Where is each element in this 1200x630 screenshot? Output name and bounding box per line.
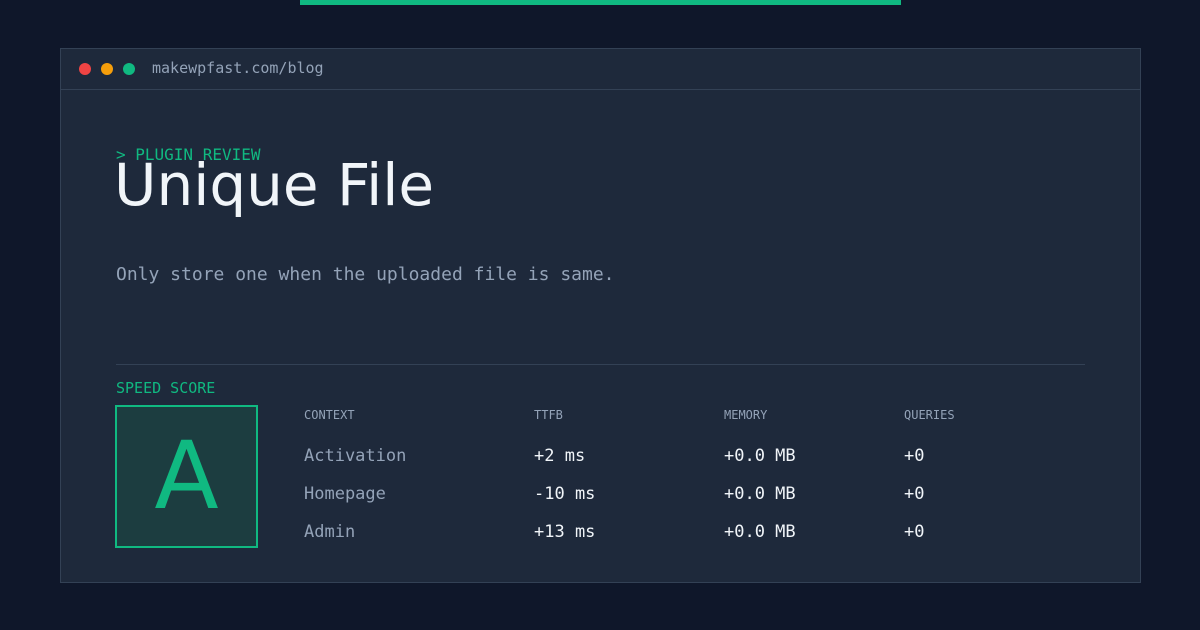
- plugin-description: Only store one when the uploaded file is…: [116, 264, 615, 285]
- minimize-window-dot-icon[interactable]: [101, 63, 113, 75]
- row-context: Activation: [304, 446, 407, 466]
- speed-grade-badge: A: [115, 405, 258, 548]
- section-divider: [116, 364, 1085, 365]
- row-memory: +0.0 MB: [724, 484, 796, 504]
- window-titlebar: makewpfast.com/blog: [61, 49, 1140, 90]
- column-header-context: CONTEXT: [304, 408, 355, 422]
- address-url: makewpfast.com/blog: [152, 59, 324, 77]
- row-context: Homepage: [304, 484, 386, 504]
- row-queries: +0: [904, 484, 925, 504]
- row-context: Admin: [304, 522, 356, 542]
- maximize-window-dot-icon[interactable]: [123, 63, 135, 75]
- row-ttfb: -10 ms: [534, 484, 596, 504]
- row-queries: +0: [904, 446, 925, 466]
- row-memory: +0.0 MB: [724, 446, 796, 466]
- row-memory: +0.0 MB: [724, 522, 796, 542]
- row-ttfb: +13 ms: [534, 522, 596, 542]
- column-header-memory: MEMORY: [724, 408, 768, 422]
- page-title: Unique File: [114, 151, 435, 219]
- row-queries: +0: [904, 522, 925, 542]
- accent-bar: [300, 0, 901, 5]
- row-ttfb: +2 ms: [534, 446, 586, 466]
- speed-score-label: SPEED SCORE: [116, 379, 216, 397]
- browser-window: makewpfast.com/blog > PLUGIN REVIEW Uniq…: [60, 48, 1141, 583]
- column-header-queries: QUERIES: [904, 408, 955, 422]
- speed-grade-letter: A: [154, 422, 219, 531]
- close-window-dot-icon[interactable]: [79, 63, 91, 75]
- column-header-ttfb: TTFB: [534, 408, 563, 422]
